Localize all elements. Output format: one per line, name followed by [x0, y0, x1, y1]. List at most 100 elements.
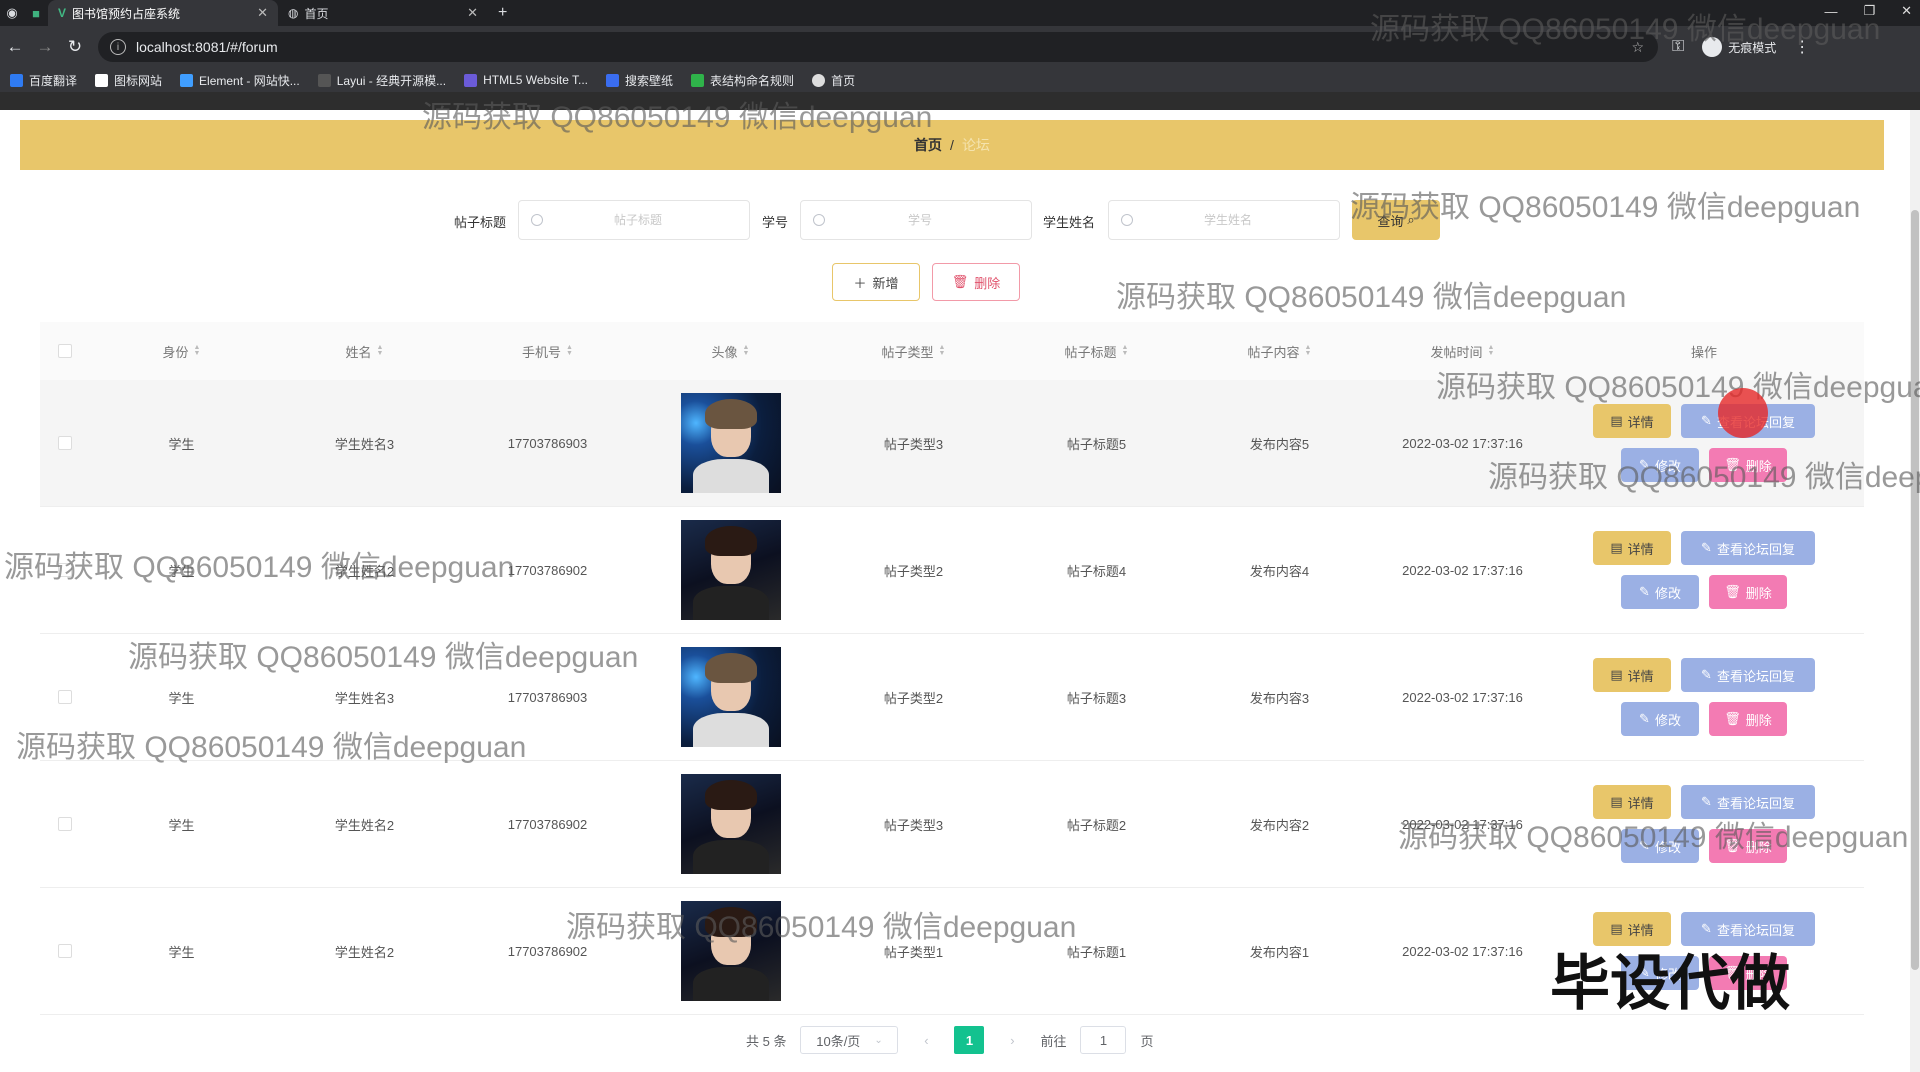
- back-icon[interactable]: ←: [0, 37, 30, 57]
- star-icon[interactable]: ☆: [1631, 39, 1644, 56]
- reload-icon[interactable]: ↻: [60, 37, 90, 57]
- tab-library[interactable]: V 图书馆预约占座系统 ✕: [48, 0, 278, 26]
- info-icon[interactable]: i: [110, 39, 126, 55]
- row-checkbox[interactable]: [58, 944, 72, 958]
- page-number[interactable]: 1: [954, 1026, 985, 1054]
- goto-page-input[interactable]: 1: [1080, 1026, 1127, 1054]
- edit-icon: ✎: [1639, 838, 1650, 853]
- bookmark-item[interactable]: 搜索壁纸: [606, 72, 673, 89]
- bookmark-item[interactable]: 首页: [812, 72, 855, 89]
- cell-phone: 17703786902: [507, 816, 588, 832]
- sort-icon[interactable]: ▲ ▼: [743, 344, 750, 357]
- pagination: 共 5 条 10条/页 ⌄ ‹ 1 › 前往 1 页: [746, 1026, 1154, 1054]
- incognito-indicator[interactable]: 无痕模式: [1702, 37, 1776, 57]
- cell-name: 学生姓名2: [334, 817, 395, 833]
- browser-tab-bar: ◉ ■ V 图书馆预约占座系统 ✕ ◍ 首页 ✕ + — ❐ ✕: [0, 0, 1920, 26]
- prev-page-button[interactable]: ‹: [912, 1026, 940, 1054]
- search-icon: [813, 214, 825, 226]
- sort-icon[interactable]: ▲ ▼: [1122, 344, 1129, 357]
- more-menu-icon[interactable]: ⋮: [1794, 37, 1810, 57]
- avatar[interactable]: [680, 393, 781, 493]
- sort-icon[interactable]: ▲ ▼: [1488, 344, 1495, 357]
- column-header[interactable]: 帖子内容 ▲ ▼: [1188, 342, 1371, 361]
- next-page-button[interactable]: ›: [998, 1026, 1026, 1054]
- detail-button[interactable]: ▤ 详情: [1593, 404, 1671, 438]
- edit-button[interactable]: ✎ 修改: [1621, 702, 1699, 736]
- restore-icon[interactable]: ❐: [1863, 3, 1875, 19]
- column-header[interactable]: 发帖时间 ▲ ▼: [1371, 342, 1554, 361]
- edit-button[interactable]: ✎ 修改: [1621, 448, 1699, 482]
- column-header[interactable]: 帖子标题 ▲ ▼: [1005, 342, 1188, 361]
- bookmark-item[interactable]: 表结构命名规则: [691, 72, 794, 89]
- row-checkbox[interactable]: [58, 690, 72, 704]
- close-window-icon[interactable]: ✕: [1901, 3, 1912, 19]
- edit-button[interactable]: ✎ 修改: [1621, 829, 1699, 863]
- student-id-input[interactable]: [800, 200, 1032, 240]
- incognito-icon: [1702, 37, 1723, 57]
- page-scrollbar[interactable]: [1910, 110, 1920, 1072]
- delete-button[interactable]: 🗑 删除: [1709, 575, 1787, 609]
- row-checkbox[interactable]: [58, 817, 72, 831]
- row-actions: ▤详情 ✎查看论坛回复 ✎修改 🗑删除: [1554, 531, 1854, 609]
- post-title-field[interactable]: [543, 212, 733, 228]
- student-name-field[interactable]: [1133, 212, 1323, 228]
- avatar[interactable]: [680, 520, 781, 620]
- minimize-icon[interactable]: —: [1824, 4, 1837, 19]
- column-header[interactable]: 身份 ▲ ▼: [90, 342, 273, 361]
- breadcrumb-home[interactable]: 首页: [914, 135, 942, 155]
- sort-icon[interactable]: ▲ ▼: [566, 344, 573, 357]
- delete-button[interactable]: 🗑 删除: [1709, 448, 1787, 482]
- detail-button[interactable]: ▤ 详情: [1593, 531, 1671, 565]
- detail-button[interactable]: ▤ 详情: [1593, 658, 1671, 692]
- key-icon[interactable]: ⚿: [1672, 38, 1684, 56]
- sort-icon[interactable]: ▲ ▼: [194, 344, 201, 357]
- cell-post-type: 帖子类型1: [883, 944, 944, 960]
- page-size-select[interactable]: 10条/页 ⌄: [800, 1026, 899, 1054]
- batch-delete-button[interactable]: 🗑 删除: [932, 263, 1020, 301]
- avatar[interactable]: [680, 901, 781, 1001]
- post-title-input[interactable]: [518, 200, 750, 240]
- edit-button[interactable]: ✎ 修改: [1621, 575, 1699, 609]
- url-bar[interactable]: i localhost:8081/#/forum ☆: [98, 32, 1658, 62]
- forward-icon[interactable]: →: [30, 37, 60, 57]
- row-checkbox[interactable]: [58, 436, 72, 450]
- close-tab-icon[interactable]: ✕: [467, 5, 478, 21]
- cell-identity: 学生: [168, 563, 195, 579]
- cell-post-time: 2022-03-02 17:37:16: [1402, 816, 1523, 832]
- column-header[interactable]: 手机号 ▲ ▼: [456, 342, 639, 361]
- delete-button[interactable]: 🗑 删除: [1709, 702, 1787, 736]
- bookmark-item[interactable]: HTML5 Website T...: [464, 73, 588, 87]
- column-header[interactable]: 帖子类型 ▲ ▼: [822, 342, 1005, 361]
- avatar[interactable]: [680, 647, 781, 747]
- view-replies-button[interactable]: ✎查看论坛回复: [1681, 658, 1815, 692]
- student-id-field[interactable]: [825, 212, 1015, 228]
- new-tab-button[interactable]: +: [488, 0, 517, 26]
- delete-button[interactable]: 🗑 删除: [1709, 829, 1787, 863]
- search-icon: ⌕: [1407, 212, 1415, 227]
- sort-icon[interactable]: ▲ ▼: [1305, 344, 1312, 357]
- bookmark-item[interactable]: 百度翻译: [10, 72, 77, 89]
- tab-home[interactable]: ◍ 首页 ✕: [278, 0, 488, 26]
- row-checkbox[interactable]: [58, 563, 72, 577]
- bookmark-item[interactable]: Element - 网站快...: [180, 72, 300, 89]
- select-all-checkbox[interactable]: [58, 344, 72, 358]
- browser-menu-icon[interactable]: ◉: [0, 0, 24, 26]
- query-button[interactable]: 查询 ⌕: [1352, 200, 1440, 240]
- add-button[interactable]: ＋ 新增: [832, 263, 920, 301]
- close-tab-icon[interactable]: ✕: [257, 5, 268, 21]
- sort-icon[interactable]: ▲ ▼: [939, 344, 946, 357]
- cell-identity: 学生: [168, 817, 195, 833]
- detail-button[interactable]: ▤ 详情: [1593, 785, 1671, 819]
- column-header[interactable]: 姓名 ▲ ▼: [273, 342, 456, 361]
- sort-icon[interactable]: ▲ ▼: [377, 344, 384, 357]
- bookmark-item[interactable]: Layui - 经典开源模...: [317, 72, 446, 89]
- breadcrumb: 首页 / 论坛: [20, 120, 1884, 170]
- scrollbar-thumb[interactable]: [1911, 210, 1919, 970]
- avatar[interactable]: [680, 774, 781, 874]
- tab-title: 图书馆预约占座系统: [72, 6, 181, 21]
- bookmark-item[interactable]: 图标网站: [95, 72, 162, 89]
- view-replies-button[interactable]: ✎查看论坛回复: [1681, 785, 1815, 819]
- view-replies-button[interactable]: ✎查看论坛回复: [1681, 531, 1815, 565]
- column-header[interactable]: 头像 ▲ ▼: [639, 342, 822, 361]
- student-name-input[interactable]: [1108, 200, 1340, 240]
